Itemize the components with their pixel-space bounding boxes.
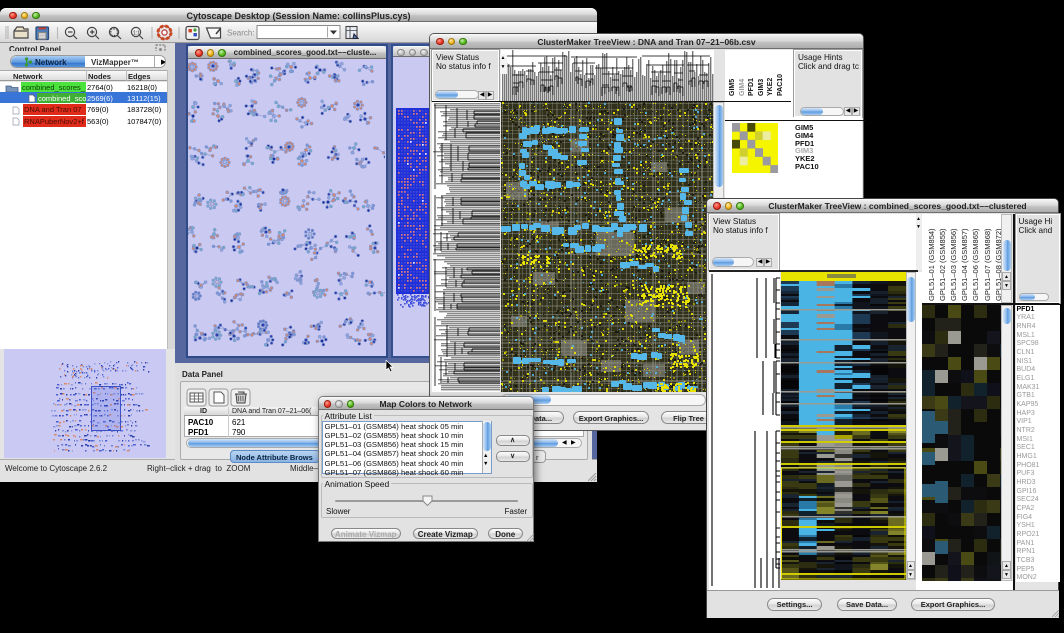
svg-text:Search:: Search: [227, 29, 255, 38]
svg-text:1:1: 1:1 [133, 31, 140, 37]
